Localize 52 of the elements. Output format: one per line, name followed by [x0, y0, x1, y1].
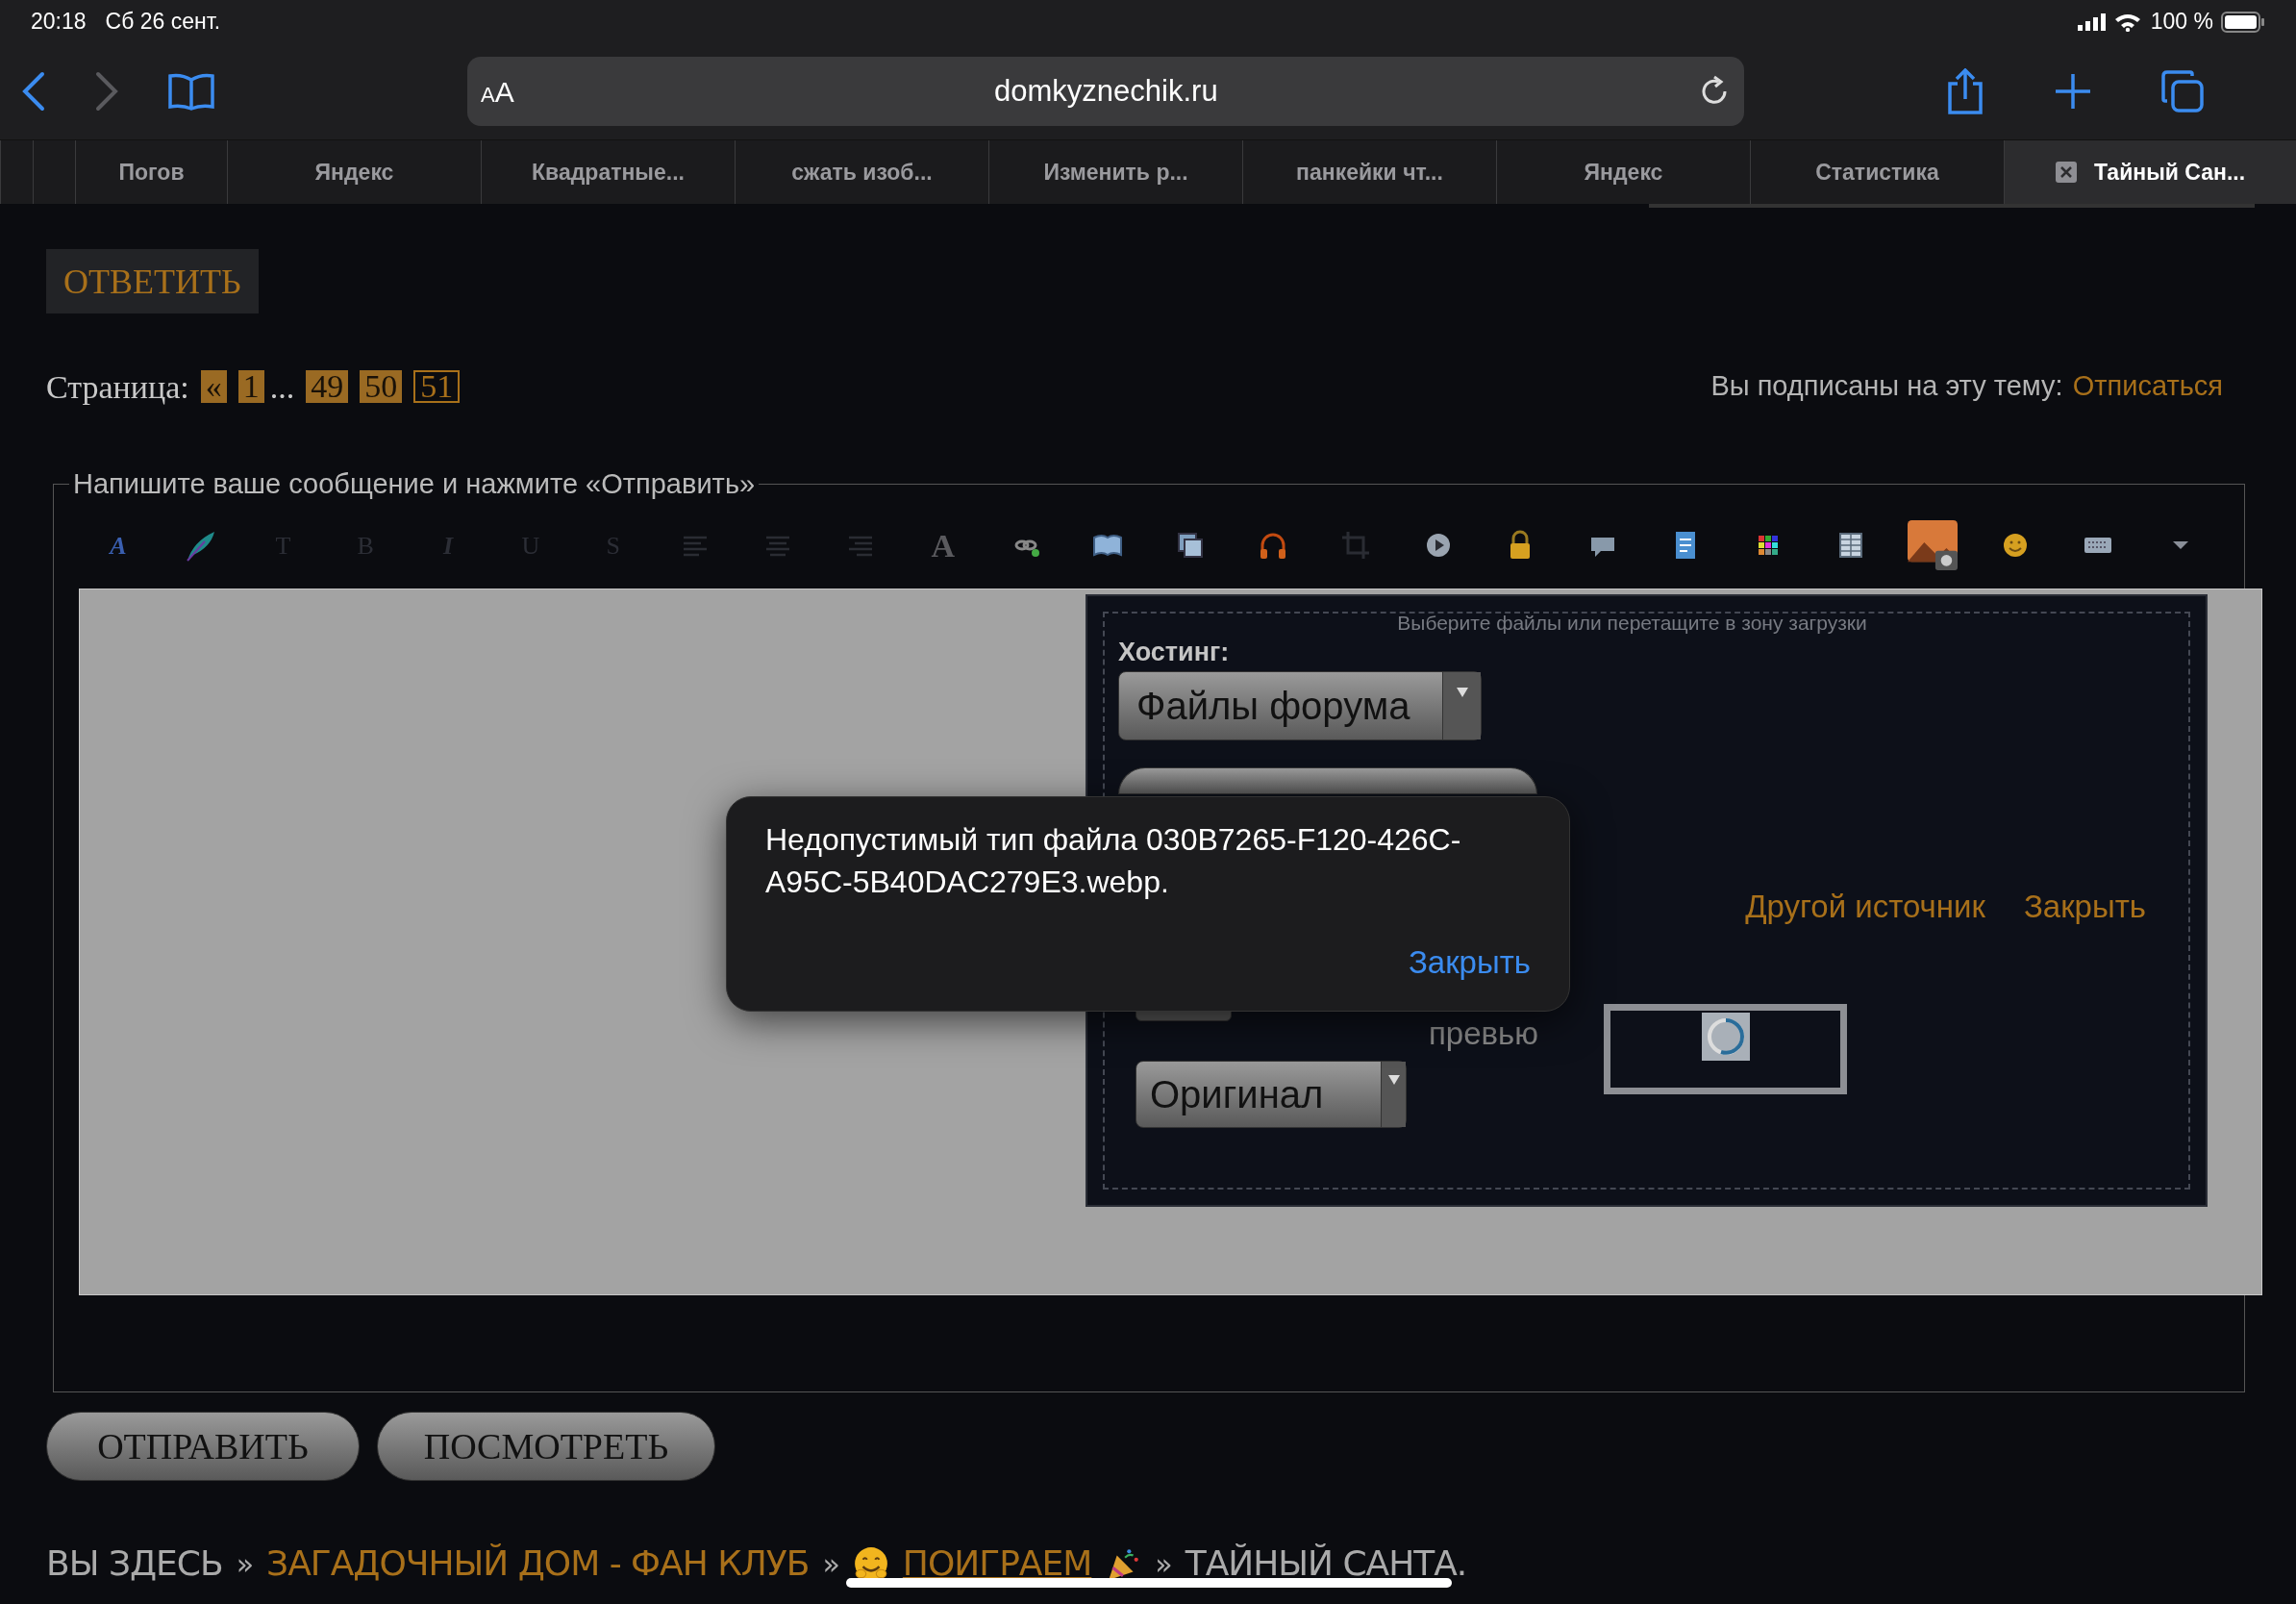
- upload-hint: Выберите файлы или перетащите в зону загрузки: [1397, 611, 1867, 636]
- format-button[interactable]: A: [77, 526, 160, 564]
- format-button[interactable]: A: [901, 520, 985, 570]
- tabs-overview-icon[interactable]: [2161, 70, 2204, 113]
- dropdown-arrow-icon: [1456, 688, 1468, 697]
- breadcrumb-separator: »: [236, 1545, 254, 1583]
- status-date: Сб 26 сент.: [105, 8, 221, 37]
- forward-button[interactable]: [94, 70, 119, 113]
- landscape-photo-icon[interactable]: [1908, 520, 1959, 570]
- page-link[interactable]: «: [200, 370, 227, 403]
- size-select[interactable]: Оригинал: [1136, 1060, 1407, 1128]
- address-bar[interactable]: AA domkyznechik.ru: [467, 57, 1744, 126]
- breadcrumb-separator: »: [1155, 1545, 1172, 1583]
- breadcrumb-text: ТАЙНЫЙ САНТА.: [1185, 1542, 1467, 1585]
- breadcrumb-text: ВЫ ЗДЕСЬ: [46, 1542, 223, 1585]
- close-link[interactable]: Закрыть: [2023, 883, 2146, 931]
- page-link[interactable]: 51: [413, 370, 461, 403]
- new-tab-plus-icon[interactable]: [2054, 72, 2092, 111]
- hosting-label: Хостинг:: [1118, 636, 1231, 668]
- back-button[interactable]: [21, 70, 46, 113]
- choose-files-button[interactable]: [1118, 767, 1537, 794]
- preview-label: превью: [1429, 1014, 1539, 1053]
- battery-icon: [2221, 11, 2265, 33]
- pagination-ellipsis: ...: [269, 367, 295, 407]
- preview-button[interactable]: ПОСМОТРЕТЬ: [377, 1412, 715, 1481]
- wifi-icon: [2113, 12, 2141, 32]
- send-button[interactable]: ОТПРАВИТЬ: [46, 1412, 360, 1481]
- alert-close-button[interactable]: Закрыть: [1408, 938, 1531, 986]
- url-text: domkyznechik.ru: [993, 72, 1219, 110]
- alert-message: Недопустимый тип файла 030B7265-F120-426C-A95C-5B40DAC279E3.webp.: [765, 821, 1462, 901]
- breadcrumb-link[interactable]: ЗАГАДОЧНЫЙ ДОМ - ФАН КЛУБ: [266, 1538, 810, 1590]
- unsubscribe-link[interactable]: Отписаться: [2072, 365, 2223, 408]
- breadcrumb-separator: »: [822, 1545, 839, 1583]
- share-icon[interactable]: [1946, 68, 1984, 114]
- breadcrumb-link[interactable]: ПОИГРАЕМ: [902, 1538, 1092, 1590]
- page-link[interactable]: 49: [306, 370, 349, 403]
- signal-icon: [2077, 13, 2107, 31]
- battery-percent: 100 %: [2150, 8, 2213, 37]
- page-link[interactable]: 1: [237, 370, 264, 403]
- status-time: 20:18: [31, 8, 87, 37]
- page-link[interactable]: 50: [360, 370, 403, 403]
- pagination-label: Страница:: [46, 367, 189, 407]
- text-size-button[interactable]: AA: [481, 69, 514, 113]
- dropdown-arrow-icon: [1387, 1074, 1400, 1085]
- subscription-text: Вы подписаны на эту тему:: [1710, 369, 2063, 404]
- hosting-select[interactable]: Файлы форума: [1118, 671, 1482, 740]
- loading-spinner-icon: [1701, 1012, 1750, 1061]
- close-tab-icon[interactable]: [2055, 162, 2077, 183]
- browser-tab[interactable]: Тайный Сан...: [2004, 140, 2296, 204]
- reply-button[interactable]: ОТВЕТИТЬ: [46, 249, 259, 313]
- other-source-link[interactable]: Другой источник: [1745, 883, 1985, 931]
- bookmarks-book-icon[interactable]: [167, 72, 215, 111]
